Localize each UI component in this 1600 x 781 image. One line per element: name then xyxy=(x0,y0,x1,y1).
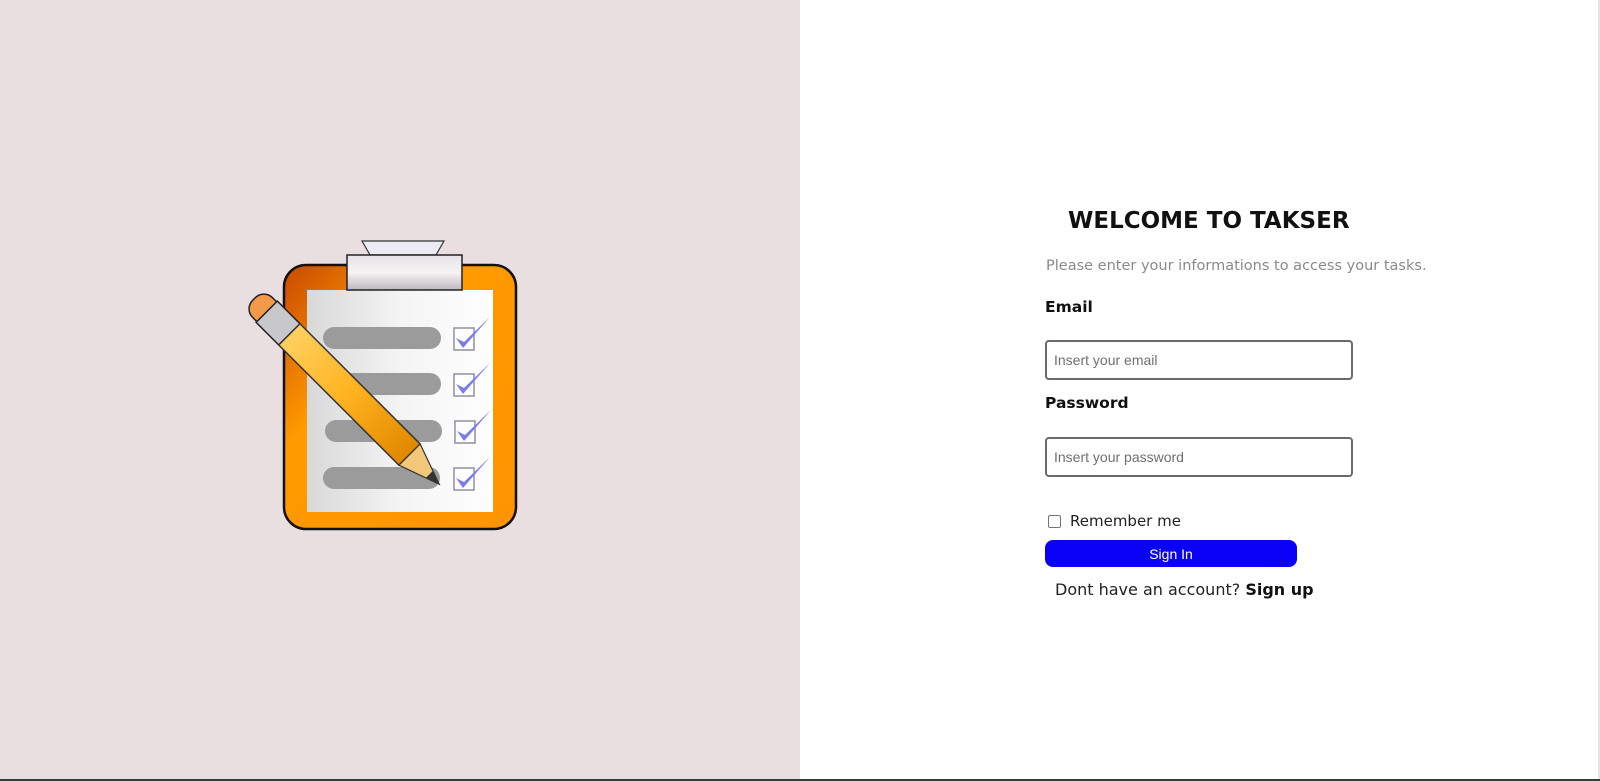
password-field[interactable] xyxy=(1045,437,1353,477)
email-field[interactable] xyxy=(1045,340,1353,380)
sign-in-button[interactable]: Sign In xyxy=(1045,540,1297,567)
email-label: Email xyxy=(1045,298,1093,316)
page-subtitle: Please enter your informations to access… xyxy=(1046,258,1427,274)
password-label: Password xyxy=(1045,394,1129,412)
signup-prompt-row: Dont have an account? Sign up xyxy=(1055,580,1314,599)
remember-me-label[interactable]: Remember me xyxy=(1070,512,1181,530)
remember-me-row: Remember me xyxy=(1048,512,1181,530)
login-panel: WELCOME TO TAKSER Please enter your info… xyxy=(800,0,1600,779)
clipboard-checklist-icon xyxy=(248,240,518,531)
remember-me-checkbox[interactable] xyxy=(1048,514,1061,528)
signup-prompt: Dont have an account? xyxy=(1055,580,1241,599)
sign-up-link[interactable]: Sign up xyxy=(1245,580,1313,599)
page-title: WELCOME TO TAKSER xyxy=(1068,208,1350,234)
illustration-panel xyxy=(0,0,800,779)
